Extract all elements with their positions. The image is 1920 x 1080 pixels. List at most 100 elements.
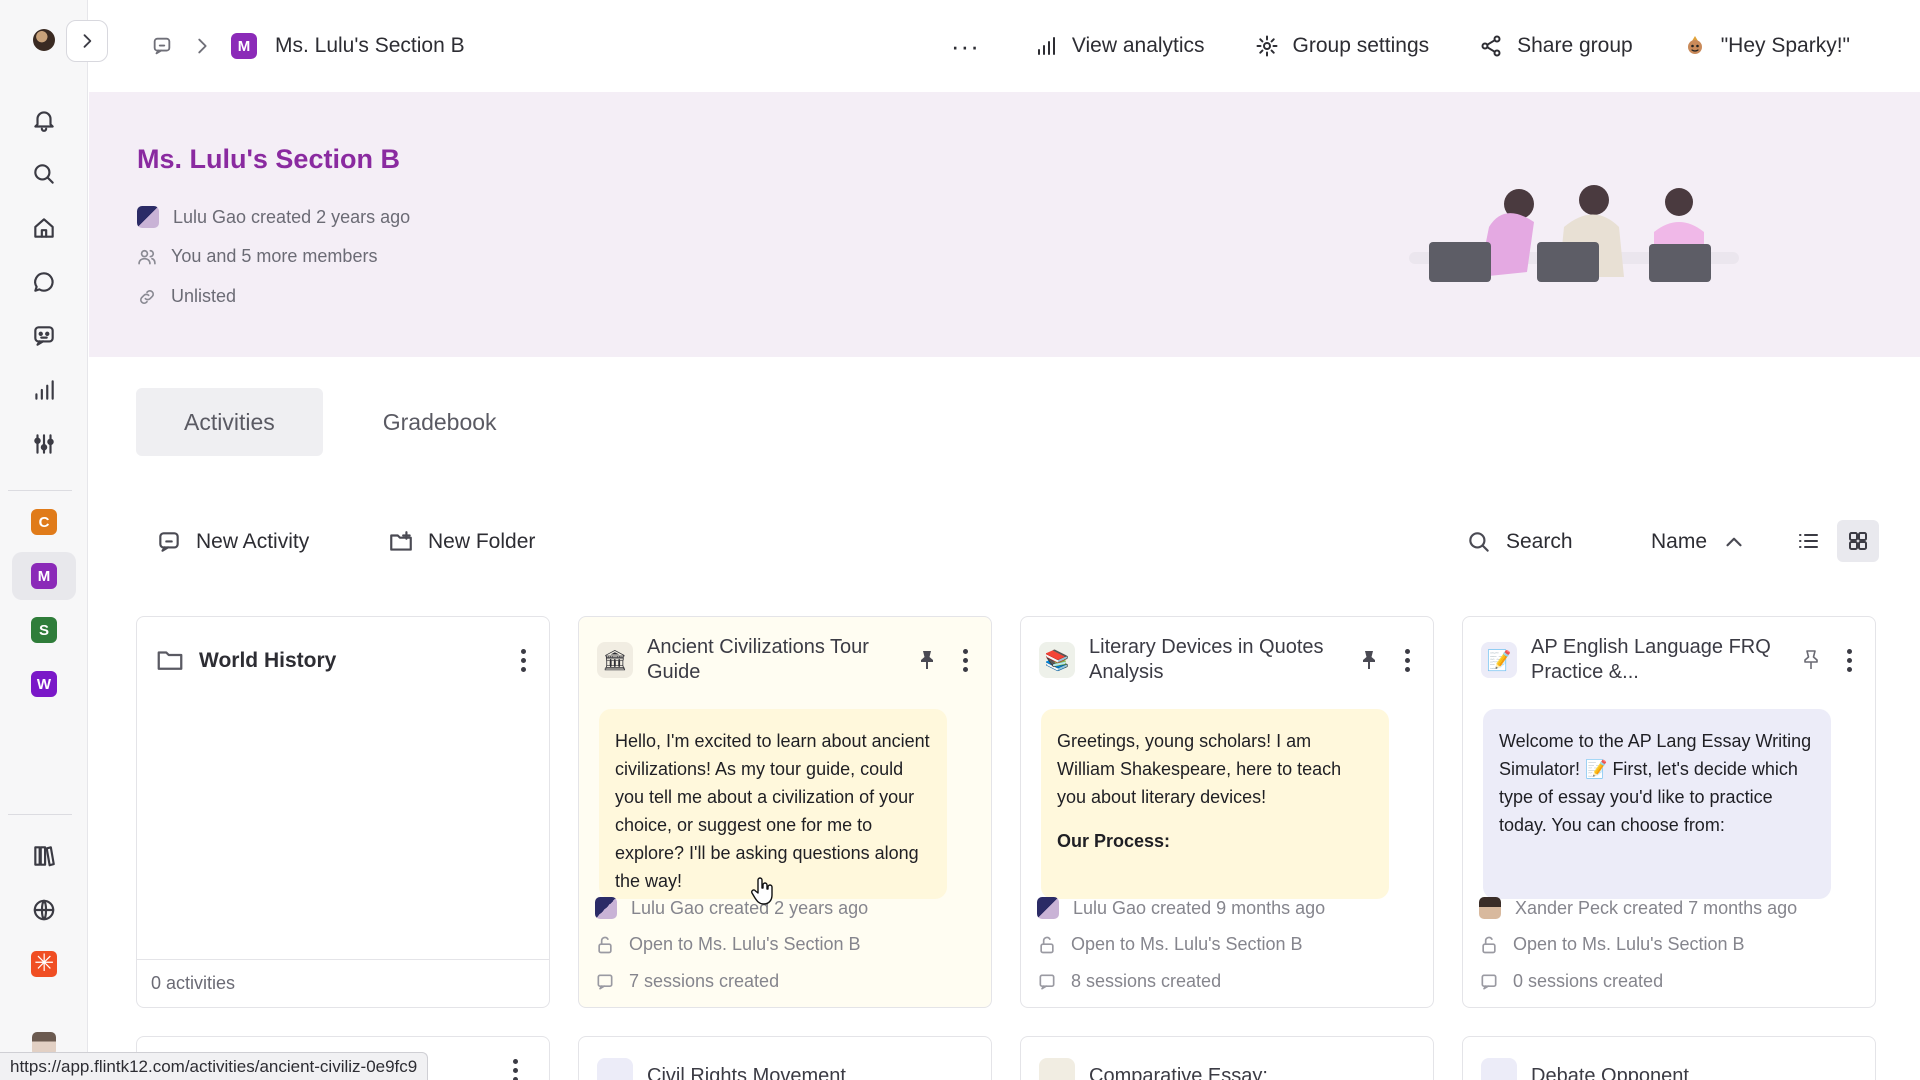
app-logo-button[interactable]: ✳ [12, 940, 76, 988]
books-icon: 📚 [1039, 642, 1075, 678]
search-nav-button[interactable] [12, 150, 76, 198]
access-text: Open to Ms. Lulu's Section B [629, 934, 861, 954]
chat-square-icon [597, 974, 613, 989]
activity-card-header: 📚 Literary Devices in Quotes Analysis [1039, 631, 1419, 689]
breadcrumb-group-name[interactable]: Ms. Lulu's Section B [275, 34, 465, 58]
group-w-button[interactable]: W [12, 660, 76, 708]
activity-creator: Lulu Gao created 9 months ago [1037, 897, 1421, 919]
new-activity-button[interactable]: New Activity [156, 510, 309, 574]
link-icon [140, 289, 154, 304]
group-m-button[interactable]: M [12, 552, 76, 600]
creator-avatar [595, 897, 617, 919]
group-c-badge: C [31, 509, 57, 535]
folder-more-button[interactable] [511, 645, 535, 675]
activity-more-button[interactable] [503, 1055, 527, 1080]
activity-preview-message: Hello, I'm excited to learn about ancien… [599, 709, 947, 899]
bell-icon [34, 111, 54, 132]
folder-card[interactable]: World History 0 activities [136, 616, 550, 1008]
breadcrumb: M Ms. Lulu's Section B [151, 0, 465, 92]
activity-title: Civil Rights Movement [647, 1064, 846, 1080]
new-folder-button[interactable]: New Folder [388, 510, 535, 574]
creator-avatar [1037, 897, 1059, 919]
chat-robot-icon [159, 532, 179, 552]
gear-icon [1256, 35, 1278, 57]
tab-gradebook[interactable]: Gradebook [335, 388, 545, 456]
members-info[interactable]: You and 5 more members [137, 246, 377, 267]
temple-icon: 🏛 [597, 642, 633, 678]
pin-filled-icon[interactable] [1357, 648, 1381, 672]
library-button[interactable] [12, 832, 76, 880]
settings-sliders-button[interactable] [12, 420, 76, 468]
bar-chart-icon [1037, 37, 1055, 55]
new-activity-label: New Activity [196, 530, 310, 553]
list-icon [1799, 534, 1818, 548]
home-button[interactable] [12, 204, 76, 252]
analytics-button[interactable] [12, 366, 76, 414]
activity-more-button[interactable] [1837, 645, 1861, 675]
left-rail: C M S W ✳ [0, 0, 88, 1080]
creator-avatar [137, 206, 159, 228]
globe-button[interactable] [12, 886, 76, 934]
chevron-up-icon [1726, 537, 1742, 547]
members-text: You and 5 more members [171, 246, 378, 266]
hey-sparky-button[interactable]: "Hey Sparky!" [1683, 34, 1850, 58]
preview-subheading: Our Process: [1057, 831, 1171, 851]
search-button[interactable]: Search [1466, 510, 1573, 574]
pin-filled-icon[interactable] [915, 648, 939, 672]
sort-by-name-button[interactable]: Name [1651, 510, 1747, 574]
pin-outline-icon[interactable] [1799, 648, 1823, 672]
expand-sidebar-button[interactable] [66, 20, 108, 62]
share-group-button[interactable]: Share group [1479, 34, 1633, 58]
group-w-badge: W [31, 671, 57, 697]
creator-text: Xander Peck created 7 months ago [1515, 897, 1798, 918]
library-icon [34, 846, 55, 867]
group-settings-button[interactable]: Group settings [1255, 34, 1430, 58]
team-illustration [1409, 185, 1739, 282]
sessions-text: 7 sessions created [629, 971, 780, 991]
activity-card[interactable]: 📝 AP English Language FRQ Practice &... … [1462, 616, 1876, 1008]
activity-title: Comparative Essay: [1089, 1064, 1268, 1080]
activity-card[interactable]: Civil Rights Movement [578, 1036, 992, 1080]
activity-card[interactable]: Comparative Essay: [1020, 1036, 1434, 1080]
activity-card-header: Comparative Essay: [1039, 1047, 1419, 1080]
activity-creator: Lulu Gao created 2 years ago [595, 897, 979, 919]
list-view-toggle[interactable] [1787, 520, 1829, 562]
group-badge: M [231, 33, 257, 59]
activities-button[interactable] [12, 312, 76, 360]
activity-creator: Xander Peck created 7 months ago [1479, 897, 1863, 919]
activity-more-button[interactable] [953, 645, 977, 675]
grid-view-toggle[interactable] [1837, 520, 1879, 562]
unlock-icon [1040, 936, 1054, 953]
activity-access: Open to Ms. Lulu's Section B [595, 934, 979, 955]
group-header: Ms. Lulu's Section B Lulu Gao created 2 … [89, 92, 1920, 357]
hey-sparky-label: "Hey Sparky!" [1720, 34, 1850, 57]
group-settings-label: Group settings [1292, 34, 1430, 57]
activity-title: Ancient Civilizations Tour Guide [647, 636, 869, 683]
page-title: Ms. Lulu's Section B [137, 144, 400, 174]
more-options-button[interactable]: ··· [951, 31, 980, 62]
chat-square-icon [1039, 974, 1055, 989]
search-icon [34, 164, 54, 184]
share-icon [1481, 35, 1501, 57]
view-analytics-button[interactable]: View analytics [1034, 34, 1205, 58]
hand-cursor-icon [751, 877, 773, 905]
messages-button[interactable] [12, 258, 76, 306]
activity-card[interactable]: Debate Opponent [1462, 1036, 1876, 1080]
group-s-button[interactable]: S [12, 606, 76, 654]
access-text: Open to Ms. Lulu's Section B [1513, 934, 1745, 954]
activity-more-button[interactable] [1395, 645, 1419, 675]
link-status-bar: https://app.flintk12.com/activities/anci… [0, 1052, 429, 1080]
tab-activities[interactable]: Activities [136, 388, 323, 456]
activity-card-header: 📝 AP English Language FRQ Practice &... [1481, 631, 1861, 689]
sessions-text: 8 sessions created [1071, 971, 1222, 991]
search-label: Search [1506, 530, 1573, 553]
activity-card[interactable]: 🏛 Ancient Civilizations Tour Guide Hello… [578, 616, 992, 1008]
top-actions: ··· View analytics Group settings Share … [951, 0, 1850, 92]
group-s-badge: S [31, 617, 57, 643]
bar-chart-icon [35, 380, 54, 400]
activity-card[interactable]: 📚 Literary Devices in Quotes Analysis Gr… [1020, 616, 1434, 1008]
chat-robot-icon[interactable] [151, 35, 173, 57]
group-c-button[interactable]: C [12, 498, 76, 546]
notifications-button[interactable] [12, 96, 76, 144]
activity-preview-message: Welcome to the AP Lang Essay Writing Sim… [1483, 709, 1831, 899]
